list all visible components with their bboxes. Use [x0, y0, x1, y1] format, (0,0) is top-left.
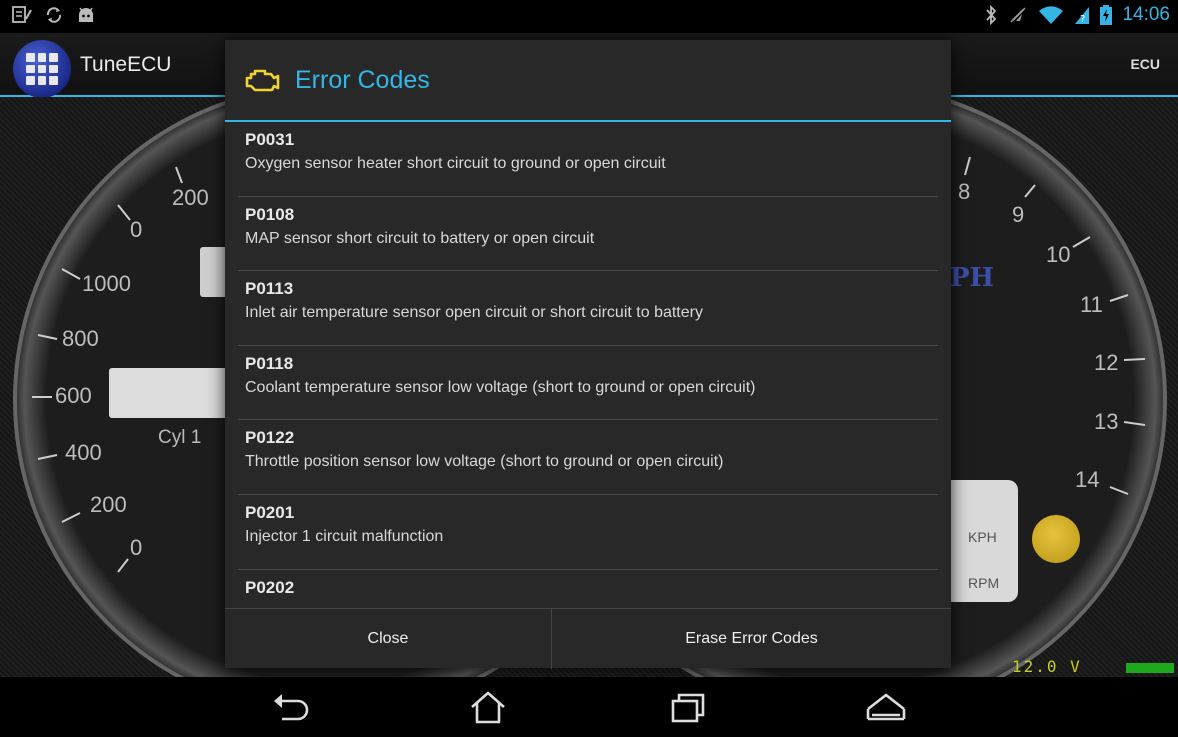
- error-description: Injector 1 circuit malfunction: [245, 527, 444, 545]
- cylinder-lcd-display: [109, 368, 229, 418]
- android-debug-icon: [79, 7, 93, 22]
- check-engine-light-icon[interactable]: [1032, 515, 1080, 563]
- mobile-signal-icon: ?: [1075, 7, 1090, 25]
- notes-notification-icon: [12, 6, 32, 23]
- vibrate-mute-icon: [1010, 7, 1026, 23]
- menu-up-icon[interactable]: [866, 689, 906, 725]
- gauge-label: 9: [1012, 202, 1025, 227]
- error-description: Throttle position sensor low voltage (sh…: [245, 453, 724, 471]
- cylinder-label: Cyl 1: [158, 427, 202, 448]
- close-button[interactable]: Close: [225, 609, 552, 669]
- error-description: Oxygen sensor heater short circuit to gr…: [245, 155, 666, 172]
- list-item[interactable]: P0113 Inlet air temperature sensor open …: [238, 271, 938, 346]
- error-codes-dialog: Error Codes P0031 Oxygen sensor heater s…: [225, 40, 951, 669]
- list-item[interactable]: P0031 Oxygen sensor heater short circuit…: [238, 122, 938, 197]
- wifi-icon: [1039, 6, 1064, 24]
- gauge-label: 0: [130, 535, 143, 560]
- gauge-label: 12: [1094, 350, 1119, 375]
- gauge-label: 200: [90, 492, 127, 517]
- error-description: Inlet air temperature sensor open circui…: [245, 304, 703, 322]
- error-code: P0122: [245, 428, 295, 448]
- recent-apps-icon[interactable]: [668, 689, 708, 725]
- dialog-title: Error Codes: [295, 66, 430, 94]
- ecu-menu-button[interactable]: ECU: [1130, 56, 1160, 72]
- svg-text:?: ?: [1080, 14, 1085, 25]
- gauge-label: 0: [130, 217, 143, 242]
- list-item[interactable]: P0108 MAP sensor short circuit to batter…: [238, 197, 938, 272]
- gauge-label: 400: [65, 440, 102, 465]
- app-menu-icon[interactable]: [13, 40, 71, 98]
- gauge-label: 13: [1094, 409, 1119, 434]
- error-code: P0201: [245, 502, 295, 522]
- gauge-label: 600: [55, 383, 92, 408]
- voltage-bar: [1126, 663, 1174, 673]
- list-item[interactable]: P0122 Throttle position sensor low volta…: [238, 420, 938, 495]
- speed-logo: PH: [950, 263, 995, 293]
- dialog-header: Error Codes: [225, 40, 951, 122]
- erase-error-codes-button[interactable]: Erase Error Codes: [552, 609, 951, 669]
- gauge-label: 200: [172, 185, 209, 210]
- sync-icon: [46, 7, 62, 23]
- kph-label: KPH: [968, 529, 997, 545]
- gauge-label: 10: [1046, 242, 1071, 267]
- battery-icon: [1100, 5, 1113, 25]
- home-icon[interactable]: [468, 689, 508, 725]
- navigation-bar: [0, 677, 1178, 737]
- dialog-button-bar: Close Erase Error Codes: [225, 608, 951, 669]
- status-bar: ? 14:06: [0, 0, 1178, 33]
- clock: 14:06: [1122, 4, 1170, 25]
- check-engine-icon: [245, 69, 280, 92]
- error-code: P0113: [245, 279, 294, 299]
- list-item[interactable]: P0201 Injector 1 circuit malfunction: [238, 495, 938, 570]
- gauge-label: 11: [1080, 292, 1103, 317]
- error-code: P0202: [245, 577, 295, 597]
- app-title: TuneECU: [80, 53, 172, 76]
- list-item[interactable]: P0202: [238, 570, 938, 608]
- list-item[interactable]: P0118 Coolant temperature sensor low vol…: [238, 346, 938, 421]
- error-code-list[interactable]: P0031 Oxygen sensor heater short circuit…: [225, 122, 951, 608]
- error-code: P0118: [245, 353, 294, 373]
- gauge-label: 8: [958, 179, 971, 204]
- gauge-label: 1000: [82, 271, 131, 296]
- bluetooth-icon: [986, 5, 997, 25]
- error-description: Coolant temperature sensor low voltage (…: [245, 378, 756, 396]
- error-code: P0031: [245, 130, 295, 149]
- gauge-label: 14: [1075, 467, 1100, 492]
- rpm-label: RPM: [968, 575, 1000, 591]
- error-description: MAP sensor short circuit to battery or o…: [245, 229, 595, 247]
- error-code: P0108: [245, 204, 295, 224]
- gauge-label: 800: [62, 326, 99, 351]
- back-icon[interactable]: [270, 689, 310, 725]
- voltage-readout: 12.0 V: [1012, 657, 1082, 676]
